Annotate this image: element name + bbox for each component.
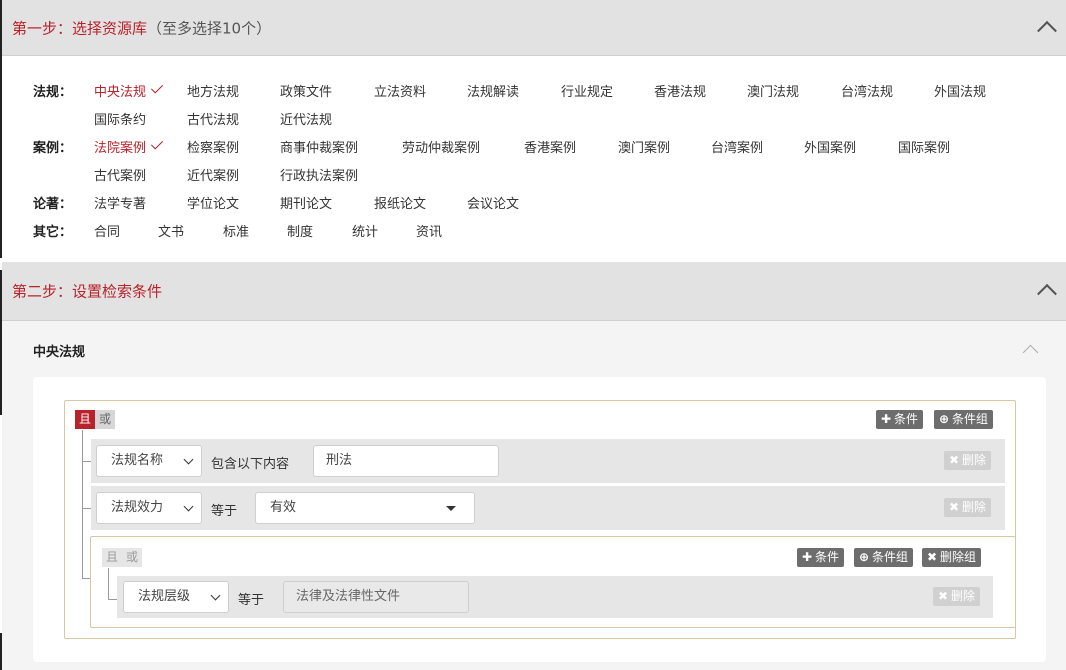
tree-line (108, 599, 117, 600)
close-icon: ✖ (926, 550, 938, 564)
condition-group-nested: 且 或 ✚ 条件 ⊕ 条件组 ✖ 删除组 法规层级 等于 法律及法律性文件 ✖ 删除 (90, 536, 1016, 628)
option-other-statistics[interactable]: 统计 (352, 221, 378, 240)
option-law-ancient[interactable]: 古代法规 (187, 109, 239, 128)
logic-toggle-root: 且 或 (75, 410, 116, 429)
section-title: 中央法规 (33, 345, 86, 360)
option-law-policy[interactable]: 政策文件 (280, 81, 332, 100)
option-works-monograph[interactable]: 法学专著 (94, 193, 146, 212)
option-law-industry[interactable]: 行业规定 (561, 81, 613, 100)
resource-selector: 法规： 中央法规 地方法规 政策文件 立法资料 法规解读 行业规定 香港法规 澳… (2, 56, 1066, 262)
add-group-button[interactable]: ⊕ 条件组 (854, 548, 914, 567)
tree-line (82, 508, 91, 509)
value-select[interactable]: 有效 (255, 492, 475, 524)
option-law-foreign[interactable]: 外国法规 (934, 81, 986, 100)
option-other-news[interactable]: 资讯 (416, 221, 442, 240)
condition-panel: 且 或 ✚ 条件 ⊕ 条件组 法规名称 包含以下内容 刑法 ✖ 删除 法规效力 等于 … (33, 377, 1046, 662)
option-case-procuratorate[interactable]: 检察案例 (187, 137, 239, 156)
category-other-label: 其它： (33, 225, 73, 240)
option-case-court[interactable]: 法院案例 (94, 137, 164, 156)
option-law-local[interactable]: 地方法规 (187, 81, 239, 100)
close-icon: ✖ (948, 453, 960, 467)
add-condition-button[interactable]: ✚ 条件 (797, 548, 845, 567)
option-case-macau[interactable]: 澳门案例 (618, 137, 670, 156)
step1-title: 第一步：选择资源库（至多选择10个） (12, 19, 272, 37)
value-input[interactable]: 刑法 (313, 445, 499, 477)
operator-label: 包含以下内容 (211, 457, 290, 472)
option-works-journal[interactable]: 期刊论文 (280, 193, 332, 212)
option-case-labor-arbitration[interactable]: 劳动仲裁案例 (402, 137, 480, 156)
option-law-legislative[interactable]: 立法资料 (374, 81, 426, 100)
operator-label: 等于 (238, 593, 265, 608)
tree-line (108, 568, 109, 599)
option-law-hongkong[interactable]: 香港法规 (654, 81, 706, 100)
option-law-modern[interactable]: 近代法规 (280, 109, 332, 128)
chevron-down-icon (210, 590, 221, 601)
operator-label: 等于 (211, 504, 238, 519)
check-icon (151, 81, 164, 94)
delete-condition-button[interactable]: ✖ 删除 (944, 498, 992, 517)
add-group-button[interactable]: ⊕ 条件组 (934, 410, 994, 429)
delete-condition-button[interactable]: ✖ 删除 (944, 451, 992, 470)
plus-icon: ✚ (801, 550, 813, 564)
option-case-foreign[interactable]: 外国案例 (804, 137, 856, 156)
search-conditions: 中央法规 且 或 ✚ 条件 ⊕ 条件组 法规名称 包含以下内容 刑法 ✖ 删除 法规效 (2, 321, 1066, 670)
close-icon: ✖ (948, 500, 960, 514)
collapse-section-icon[interactable] (1022, 344, 1039, 361)
category-works-label: 论著： (33, 197, 73, 212)
category-law-label: 法规： (33, 85, 73, 100)
tree-line (82, 461, 91, 462)
plus-circle-icon: ⊕ (938, 412, 950, 426)
option-works-newspaper[interactable]: 报纸论文 (374, 193, 426, 212)
logic-or-button[interactable]: 或 (122, 548, 143, 567)
close-icon: ✖ (937, 589, 949, 603)
step1-header[interactable]: 第一步：选择资源库（至多选择10个） (2, 0, 1066, 56)
collapse-step2-icon[interactable] (1037, 283, 1057, 304)
option-other-contract[interactable]: 合同 (94, 221, 120, 240)
step2-title: 第二步：设置检索条件 (12, 282, 163, 301)
delete-group-button[interactable]: ✖ 删除组 (922, 548, 982, 567)
field-select[interactable]: 法规效力 (96, 492, 202, 524)
logic-toggle-nested: 且 或 (102, 548, 143, 567)
field-select[interactable]: 法规名称 (96, 445, 202, 477)
delete-condition-button[interactable]: ✖ 删除 (933, 587, 981, 606)
option-other-system[interactable]: 制度 (287, 221, 313, 240)
step1-hint: （至多选择10个） (147, 19, 272, 37)
condition-group-root: 且 或 ✚ 条件 ⊕ 条件组 法规名称 包含以下内容 刑法 ✖ 删除 法规效力 等于 … (64, 400, 1016, 639)
option-case-commercial-arbitration[interactable]: 商事仲裁案例 (280, 137, 358, 156)
option-case-taiwan[interactable]: 台湾案例 (711, 137, 763, 156)
logic-or-button[interactable]: 或 (95, 410, 116, 429)
category-case-label: 案例： (33, 141, 73, 156)
collapse-step1-icon[interactable] (1037, 20, 1057, 41)
option-case-ancient[interactable]: 古代案例 (94, 165, 146, 184)
tree-line (82, 430, 83, 578)
logic-and-button[interactable]: 且 (102, 548, 123, 567)
chevron-down-icon (183, 501, 194, 512)
option-works-thesis[interactable]: 学位论文 (187, 193, 239, 212)
plus-circle-icon: ⊕ (858, 550, 870, 564)
plus-icon: ✚ (880, 412, 892, 426)
option-case-international[interactable]: 国际案例 (898, 137, 950, 156)
option-other-standard[interactable]: 标准 (223, 221, 249, 240)
condition-row: 法规名称 包含以下内容 刑法 ✖ 删除 (91, 439, 1005, 483)
step2-header[interactable]: 第二步：设置检索条件 (2, 262, 1066, 321)
field-select[interactable]: 法规层级 (123, 581, 229, 613)
option-law-interpretation[interactable]: 法规解读 (467, 81, 519, 100)
add-condition-button[interactable]: ✚ 条件 (876, 410, 924, 429)
option-law-treaty[interactable]: 国际条约 (94, 109, 146, 128)
option-law-taiwan[interactable]: 台湾法规 (841, 81, 893, 100)
caret-down-icon (446, 506, 456, 511)
value-readonly: 法律及法律性文件 (283, 581, 469, 613)
option-case-hongkong[interactable]: 香港案例 (524, 137, 576, 156)
option-law-central[interactable]: 中央法规 (94, 81, 164, 100)
chevron-down-icon (183, 454, 194, 465)
check-icon (151, 137, 164, 150)
option-case-modern[interactable]: 近代案例 (187, 165, 239, 184)
condition-row: 法规效力 等于 有效 ✖ 删除 (91, 486, 1005, 530)
option-case-administrative[interactable]: 行政执法案例 (280, 165, 358, 184)
condition-row: 法规层级 等于 法律及法律性文件 ✖ 删除 (117, 576, 993, 618)
logic-and-button[interactable]: 且 (75, 410, 96, 429)
option-other-document[interactable]: 文书 (158, 221, 184, 240)
option-law-macau[interactable]: 澳门法规 (747, 81, 799, 100)
option-works-conference[interactable]: 会议论文 (467, 193, 519, 212)
